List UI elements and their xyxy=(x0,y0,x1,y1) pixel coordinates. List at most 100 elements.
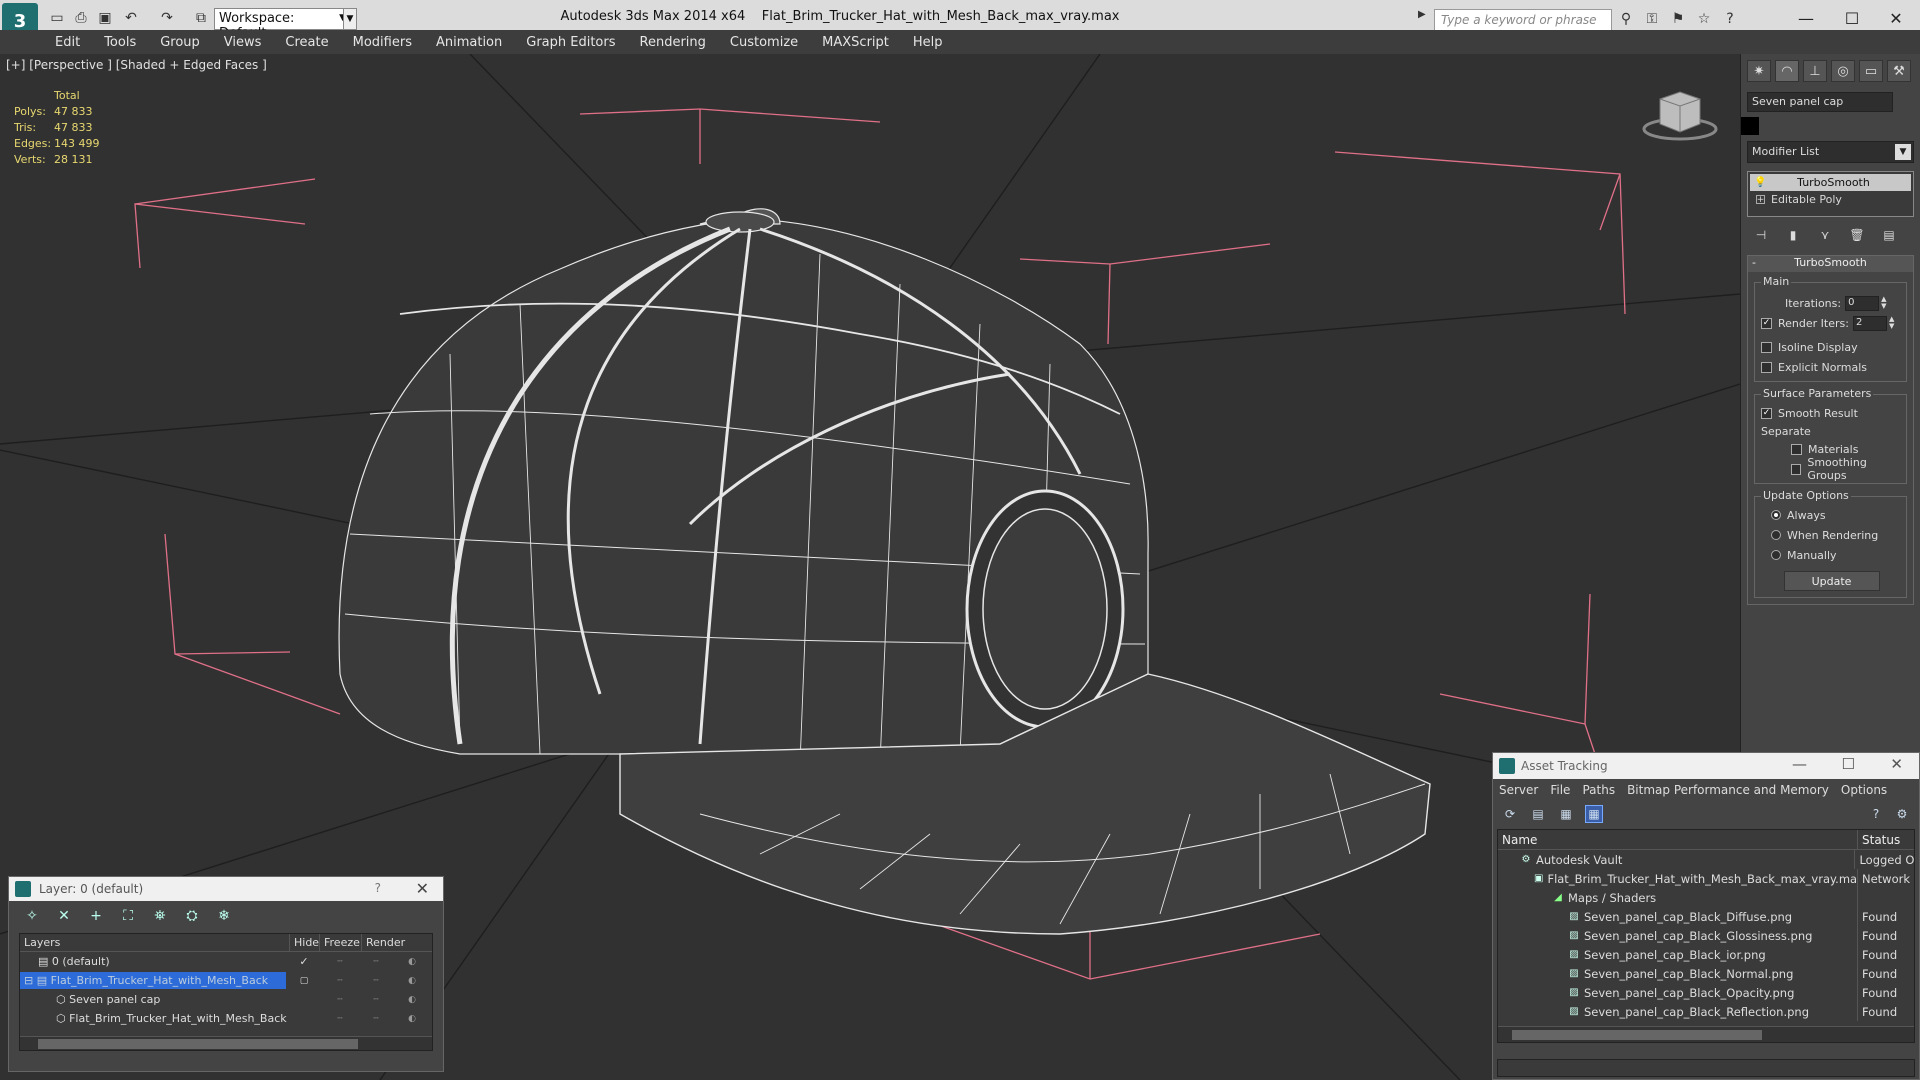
modify-tab-icon[interactable]: ◠ xyxy=(1775,60,1799,82)
viewport-label[interactable]: [+] [Perspective ] [Shaded + Edged Faces… xyxy=(6,58,267,72)
current-layer-check-icon[interactable]: ✓ xyxy=(286,955,322,968)
utilities-tab-icon[interactable]: ⚒ xyxy=(1887,60,1911,82)
always-radio[interactable] xyxy=(1771,510,1781,520)
communication-icon[interactable]: ⚑ xyxy=(1668,9,1688,29)
display-tab-icon[interactable]: ▭ xyxy=(1859,60,1883,82)
favorites-icon[interactable]: ☆ xyxy=(1694,9,1714,29)
object-row[interactable]: ⬡ Flat_Brim_Trucker_Hat_with_Mesh_Back ┄… xyxy=(20,1009,432,1028)
scrollbar-thumb[interactable] xyxy=(38,1039,358,1049)
menu-customize[interactable]: Customize xyxy=(730,35,798,50)
isoline-checkbox[interactable] xyxy=(1761,341,1772,353)
expand-icon[interactable]: ⊟ xyxy=(24,974,37,987)
configure-sets-icon[interactable]: ▤ xyxy=(1879,225,1899,245)
materials-checkbox[interactable] xyxy=(1791,443,1802,455)
menu-graph-editors[interactable]: Graph Editors xyxy=(526,35,615,50)
when-rendering-radio[interactable] xyxy=(1771,530,1781,540)
hide-toggle[interactable]: ┄ xyxy=(322,995,358,1005)
smoothing-groups-checkbox[interactable] xyxy=(1791,463,1802,475)
freeze-toggle[interactable]: ┄ xyxy=(358,976,394,986)
object-name-field[interactable]: Seven panel cap xyxy=(1747,92,1893,112)
maximize-icon[interactable]: ☐ xyxy=(1842,755,1855,773)
make-unique-icon[interactable]: ⋎ xyxy=(1815,225,1835,245)
create-layer-icon[interactable]: ✧ xyxy=(23,907,41,925)
column-hide[interactable]: Hide xyxy=(290,934,320,951)
add-to-layer-icon[interactable]: + xyxy=(87,907,105,925)
asset-row[interactable]: ▨ Seven_panel_cap_Black_Glossiness.png Fo… xyxy=(1498,926,1914,945)
hide-toggle[interactable]: ┄ xyxy=(322,1014,358,1024)
render-iters-spinner[interactable]: 2 xyxy=(1852,315,1887,331)
freeze-toggle[interactable]: ┄ xyxy=(358,1014,394,1024)
object-row[interactable]: ⬡ Seven panel cap ┄ ┄ ◐ xyxy=(20,990,432,1009)
render-toggle-icon[interactable]: ◐ xyxy=(394,957,430,967)
stack-item-turbosmooth[interactable]: 💡 TurboSmooth xyxy=(1750,174,1911,191)
menu-edit[interactable]: Edit xyxy=(55,35,80,50)
thumbnail-view-icon[interactable]: ▦ xyxy=(1557,805,1575,823)
render-iters-checkbox[interactable]: ✓ xyxy=(1761,317,1772,329)
search-input[interactable]: Type a keyword or phrase xyxy=(1434,9,1612,31)
asset-row[interactable]: ⚙ Autodesk Vault Logged O xyxy=(1498,850,1914,869)
hide-toggle[interactable]: ┄ xyxy=(322,976,358,986)
freeze-all-icon[interactable]: ❄ xyxy=(215,907,233,925)
create-tab-icon[interactable]: ✷ xyxy=(1747,60,1771,82)
table-view-icon[interactable]: ▦ xyxy=(1585,805,1603,823)
horizontal-scrollbar[interactable] xyxy=(20,1036,432,1050)
hierarchy-tab-icon[interactable]: ⊥ xyxy=(1803,60,1827,82)
menu-bitmap-performance[interactable]: Bitmap Performance and Memory xyxy=(1627,783,1829,797)
column-name[interactable]: Name xyxy=(1498,830,1858,849)
asset-row[interactable]: ▨ Seven_panel_cap_Black_Reflection.png Fo… xyxy=(1498,1002,1914,1021)
menu-animation[interactable]: Animation xyxy=(436,35,502,50)
asset-window-titlebar[interactable]: Asset Tracking — ☐ ✕ xyxy=(1493,753,1919,779)
hide-toggle[interactable]: ┄ xyxy=(322,957,358,967)
binoculars-icon[interactable]: ⚲ xyxy=(1616,9,1636,29)
menu-file[interactable]: File xyxy=(1550,783,1570,797)
subscription-icon[interactable]: ⚿ xyxy=(1642,9,1662,29)
menu-group[interactable]: Group xyxy=(160,35,200,50)
expand-icon[interactable]: + xyxy=(1756,195,1765,205)
spinner-arrows-icon[interactable]: ▲ ▼ xyxy=(1889,316,1894,330)
column-render[interactable]: Render xyxy=(362,934,406,951)
object-color-swatch[interactable] xyxy=(1741,117,1759,135)
remove-modifier-icon[interactable]: 🗑 xyxy=(1847,225,1867,245)
help-icon[interactable]: ? xyxy=(1867,805,1885,823)
close-icon[interactable]: ✕ xyxy=(416,879,429,898)
column-layers[interactable]: Layers xyxy=(20,934,290,951)
asset-row[interactable]: ▨ Seven_panel_cap_Black_Normal.png Found xyxy=(1498,964,1914,983)
maximize-icon[interactable]: ☐ xyxy=(1832,6,1872,30)
help-icon[interactable]: ? xyxy=(375,881,381,895)
minimize-icon[interactable]: — xyxy=(1786,6,1826,30)
menu-create[interactable]: Create xyxy=(285,35,328,50)
list-view-icon[interactable]: ▤ xyxy=(1529,805,1547,823)
menu-options[interactable]: Options xyxy=(1841,783,1887,797)
menu-help[interactable]: Help xyxy=(913,35,943,50)
smooth-result-checkbox[interactable]: ✓ xyxy=(1761,407,1772,419)
highlight-layer-icon[interactable]: ⛯ xyxy=(151,907,169,925)
render-toggle-icon[interactable]: ◐ xyxy=(394,995,430,1005)
modifier-list-dropdown[interactable]: Modifier List ▼ xyxy=(1747,141,1914,163)
refresh-icon[interactable]: ⟳ xyxy=(1501,805,1519,823)
pin-stack-icon[interactable]: ⊣ xyxy=(1751,225,1771,245)
menu-views[interactable]: Views xyxy=(224,35,262,50)
help-icon[interactable]: ? xyxy=(1720,9,1740,29)
select-objects-icon[interactable]: ⛶ xyxy=(119,907,137,925)
layer-row[interactable]: ▤ 0 (default) ✓ ┄ ┄ ◐ xyxy=(20,952,432,971)
asset-row[interactable]: ▨ Seven_panel_cap_Black_ior.png Found xyxy=(1498,945,1914,964)
settings-icon[interactable]: ⚙ xyxy=(1893,805,1911,823)
menu-modifiers[interactable]: Modifiers xyxy=(353,35,412,50)
menu-maxscript[interactable]: MAXScript xyxy=(822,35,889,50)
freeze-toggle[interactable]: ┄ xyxy=(358,957,394,967)
lightbulb-icon[interactable]: 💡 xyxy=(1754,177,1766,188)
manually-radio[interactable] xyxy=(1771,550,1781,560)
menu-paths[interactable]: Paths xyxy=(1582,783,1615,797)
layer-window-titlebar[interactable]: Layer: 0 (default) ? ✕ xyxy=(9,877,443,901)
show-end-result-icon[interactable]: ▮ xyxy=(1783,225,1803,245)
column-freeze[interactable]: Freeze xyxy=(320,934,362,951)
update-button[interactable]: Update xyxy=(1783,571,1880,591)
layer-row[interactable]: ⊟ ▤ Flat_Brim_Trucker_Hat_with_Mesh_Back… xyxy=(20,971,432,990)
asset-row[interactable]: ▨ Seven_panel_cap_Black_Opacity.png Found xyxy=(1498,983,1914,1002)
render-toggle-icon[interactable]: ◐ xyxy=(394,976,430,986)
asset-row[interactable]: ▨ Seven_panel_cap_Black_Diffuse.png Found xyxy=(1498,907,1914,926)
explicit-normals-checkbox[interactable] xyxy=(1761,361,1772,373)
horizontal-scrollbar[interactable] xyxy=(1498,1026,1914,1042)
stack-item-editable-poly[interactable]: + Editable Poly xyxy=(1750,191,1911,208)
spinner-arrows-icon[interactable]: ▲ ▼ xyxy=(1881,296,1886,310)
